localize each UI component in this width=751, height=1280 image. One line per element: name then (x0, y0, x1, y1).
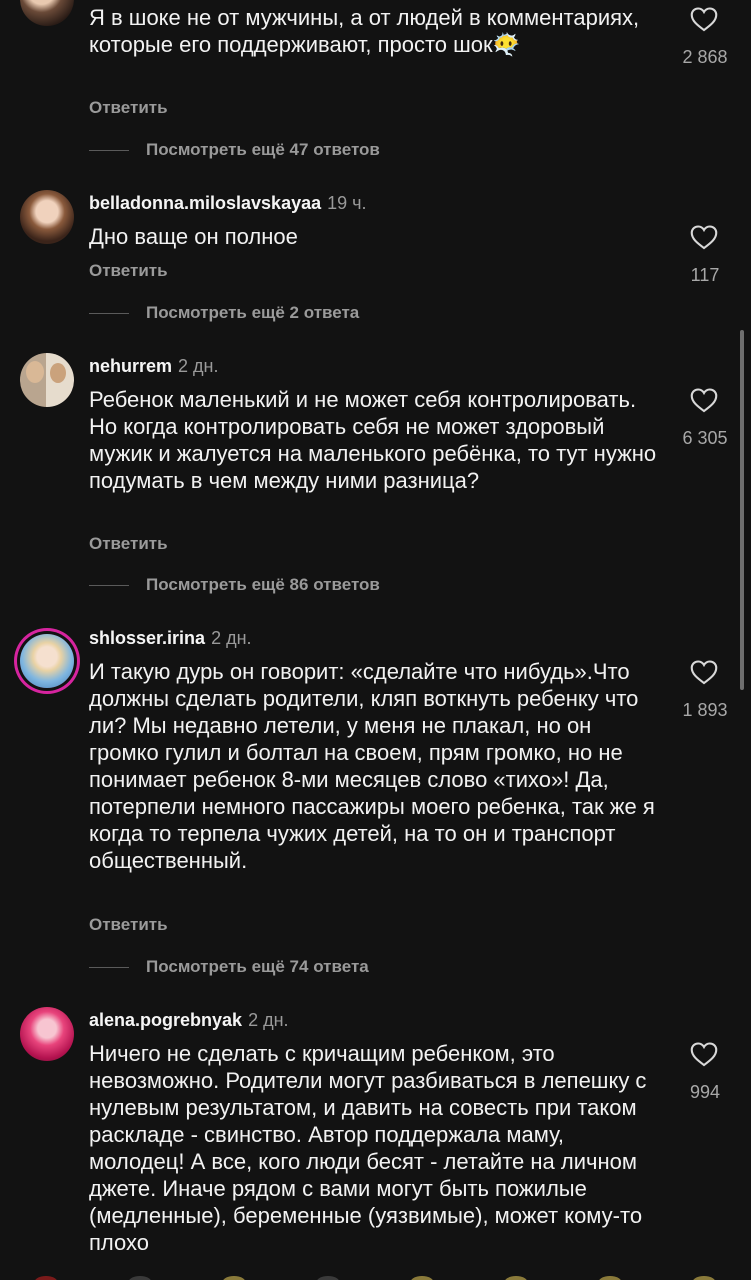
like-count: 994 (689, 1082, 721, 1102)
avatar[interactable] (20, 190, 74, 244)
view-more-replies-button[interactable]: Посмотреть ещё 2 ответа (89, 303, 359, 323)
timestamp: 2 дн. (211, 628, 252, 648)
reply-button[interactable]: Ответить (89, 534, 168, 554)
comment-author[interactable]: alena.pogrebnyak 2 дн. (89, 1010, 289, 1031)
reaction-emoji[interactable] (128, 1276, 152, 1280)
like-count: 117 (690, 265, 720, 285)
view-more-replies-label: Посмотреть ещё 47 ответов (146, 140, 380, 159)
comment-text: Ничего не сделать с кричащим ребенком, э… (89, 1041, 647, 1255)
username[interactable]: nehurrem (89, 356, 172, 376)
heart-outline-icon[interactable] (690, 224, 718, 250)
timestamp: 19 ч. (327, 193, 367, 213)
heart-outline-icon[interactable] (690, 387, 718, 413)
divider-line (89, 967, 129, 969)
heart-outline-icon[interactable] (690, 1041, 718, 1067)
timestamp: 2 дн. (248, 1010, 289, 1030)
like-count: 6 305 (682, 428, 728, 448)
avatar[interactable] (20, 353, 74, 407)
scrollbar[interactable] (740, 330, 744, 690)
avatar[interactable] (20, 1007, 74, 1061)
comment-text: Дно ваще он полное (89, 224, 298, 249)
comment-text: И такую дурь он говорит: «сделайте что н… (89, 659, 655, 873)
emoji-reaction-bar (0, 1270, 751, 1280)
divider-line (89, 585, 129, 587)
view-more-replies-label: Посмотреть ещё 2 ответа (146, 303, 360, 322)
divider-line (89, 150, 129, 152)
avatar[interactable] (20, 634, 74, 688)
comment-text: Я в шоке не от мужчины, а от людей в ком… (89, 5, 640, 57)
view-more-replies-label: Посмотреть ещё 86 ответов (146, 575, 380, 594)
reaction-emoji[interactable] (692, 1276, 716, 1280)
reaction-emoji[interactable] (598, 1276, 622, 1280)
timestamp: 2 дн. (178, 356, 219, 376)
comment-author[interactable]: belladonna.miloslavskayaa 19 ч. (89, 193, 367, 214)
username[interactable]: belladonna.miloslavskayaa (89, 193, 321, 213)
heart-outline-icon[interactable] (690, 6, 718, 32)
reaction-emoji[interactable] (34, 1276, 58, 1280)
username[interactable]: shlosser.irina (89, 628, 205, 648)
view-more-replies-button[interactable]: Посмотреть ещё 86 ответов (89, 575, 380, 595)
view-more-replies-button[interactable]: Посмотреть ещё 47 ответов (89, 140, 380, 160)
reaction-emoji[interactable] (410, 1276, 434, 1280)
reply-button[interactable]: Ответить (89, 915, 168, 935)
reaction-emoji[interactable] (316, 1276, 340, 1280)
reaction-emoji[interactable] (222, 1276, 246, 1280)
reply-button[interactable]: Ответить (89, 261, 168, 281)
divider-line (89, 313, 129, 315)
comment-author[interactable]: nehurrem 2 дн. (89, 356, 219, 377)
like-count: 1 893 (682, 700, 728, 720)
comment-author[interactable]: shlosser.irina 2 дн. (89, 628, 252, 649)
reaction-emoji[interactable] (504, 1276, 528, 1280)
reply-button[interactable]: Ответить (89, 98, 168, 118)
username[interactable]: alena.pogrebnyak (89, 1010, 242, 1030)
heart-outline-icon[interactable] (690, 659, 718, 685)
comment-text: Ребенок маленький и не может себя контро… (89, 387, 657, 493)
view-more-replies-label: Посмотреть ещё 74 ответа (146, 957, 369, 976)
view-more-replies-button[interactable]: Посмотреть ещё 74 ответа (89, 957, 369, 977)
avatar[interactable] (20, 0, 74, 26)
like-count: 2 868 (682, 47, 728, 67)
